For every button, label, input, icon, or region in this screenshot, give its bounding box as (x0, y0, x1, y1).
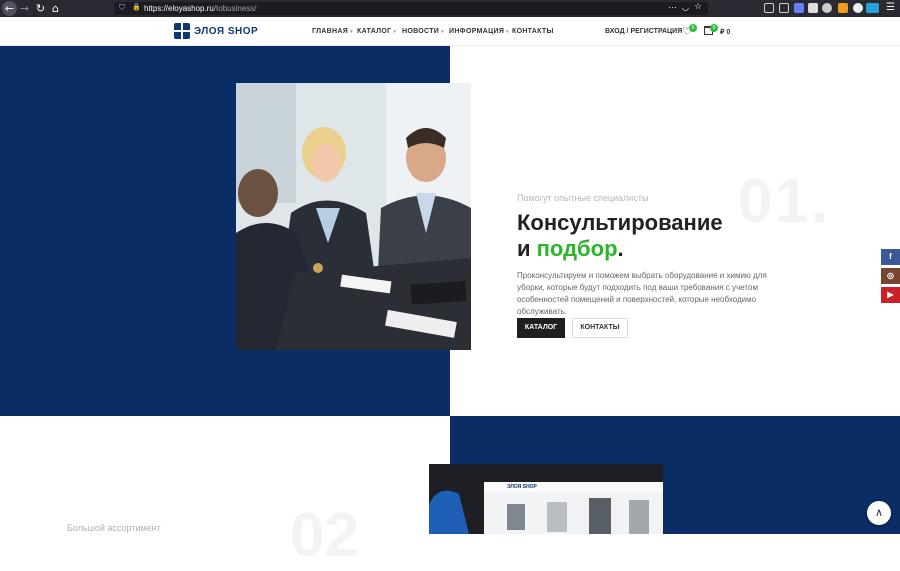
library-icon[interactable] (764, 3, 774, 13)
pocket-icon[interactable]: ◡ (682, 3, 689, 12)
youtube-icon[interactable]: ▶ (881, 287, 900, 303)
nav-item-news[interactable]: НОВОСТИ ▾ (402, 28, 444, 35)
catalog-button[interactable]: КАТАЛОГ (517, 318, 565, 338)
hero-title: Консультирование и подбор. (517, 210, 723, 262)
extension-icon[interactable] (794, 3, 804, 13)
cart-count-badge: 0 (710, 24, 718, 32)
wishlist-count-badge: 0 (689, 24, 697, 32)
hero-title-suffix: . (617, 236, 624, 261)
hero-subtitle: Помогут опытные специалисты (517, 193, 649, 203)
chevron-down-icon: ▾ (441, 29, 444, 35)
logo-text: ЭЛОЯ SHOP (194, 25, 259, 37)
extension-icon[interactable] (808, 3, 818, 13)
facebook-icon[interactable]: f (881, 249, 900, 265)
site-header: ЭЛОЯ SHOP ГЛАВНАЯ ▾ КАТАЛОГ ▾ НОВОСТИ ▾ ИНФ… (0, 17, 900, 46)
screen-logo: ЭЛОЯ SHOP (507, 484, 537, 490)
url-bar[interactable]: ⛉ 🔒 https://eloyashop.ru/tobusiness/ ···… (114, 2, 708, 15)
hero-image (236, 83, 471, 350)
chevron-down-icon: ▾ (350, 29, 353, 35)
slide-number: 01. (738, 167, 831, 236)
hero-title-line1: Консультирование (517, 210, 723, 235)
section2-image: ЭЛОЯ SHOP (429, 464, 663, 534)
hero-description: Проконсультируем и поможем выбрать обору… (517, 271, 767, 316)
slide-number-2: 02 (290, 501, 359, 570)
reload-button[interactable]: ↻ (33, 1, 48, 16)
login-link[interactable]: ВХОД / РЕГИСТРАЦИЯ (605, 28, 682, 35)
nav-item-catalog[interactable]: КАТАЛОГ ▾ (357, 28, 396, 35)
forward-button[interactable]: → (17, 1, 32, 16)
nav-item-contacts[interactable]: КОНТАКТЫ (512, 28, 554, 35)
lock-icon[interactable]: 🔒 (132, 3, 141, 11)
section2-subtitle: Большой ассортимент (67, 523, 161, 533)
nav-item-home[interactable]: ГЛАВНАЯ ▾ (312, 28, 353, 35)
contacts-button[interactable]: КОНТАКТЫ (572, 318, 628, 338)
back-button[interactable]: ← (2, 1, 17, 16)
chevron-down-icon: ▾ (506, 29, 509, 35)
logo-mark-icon (174, 23, 190, 39)
hamburger-menu-icon[interactable]: ☰ (886, 2, 895, 13)
nav-item-info[interactable]: ИНФОРМАЦИЯ ▾ (449, 28, 509, 35)
extension-icon[interactable] (822, 3, 832, 13)
hero-title-highlight: подбор (536, 236, 618, 261)
shield-icon[interactable]: ⛉ (119, 3, 125, 13)
bookmark-star-icon[interactable]: ☆ (694, 2, 702, 12)
more-icon[interactable]: ··· (668, 2, 677, 12)
laptop-shop-illustration (429, 464, 663, 534)
cart-total[interactable]: ₽ 0 (720, 28, 730, 36)
instagram-icon[interactable]: ◎ (881, 268, 900, 284)
url-text[interactable]: https://eloyashop.ru/tobusiness/ (144, 3, 257, 14)
scroll-to-top-button[interactable]: ∧ (867, 501, 891, 525)
sidebar-icon[interactable] (779, 3, 789, 13)
hero-title-prefix: и (517, 236, 537, 261)
chevron-down-icon: ▾ (393, 29, 397, 35)
extension-icon[interactable] (866, 3, 879, 13)
extension-icon[interactable] (838, 3, 848, 13)
home-button[interactable]: ⌂ (48, 1, 63, 16)
logo[interactable]: ЭЛОЯ SHOP (174, 23, 258, 39)
browser-toolbar: ← → ↻ ⌂ ⛉ 🔒 https://eloyashop.ru/tobusin… (0, 0, 900, 17)
extension-icon[interactable] (853, 3, 863, 13)
business-meeting-illustration (236, 83, 471, 350)
